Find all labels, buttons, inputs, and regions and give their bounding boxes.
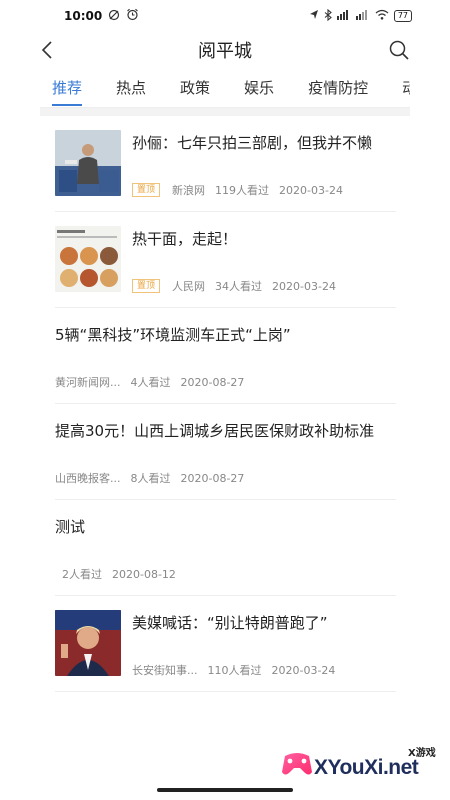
- location-icon: [309, 9, 319, 23]
- news-meta: 黄河新闻网... 4人看过 2020-08-27: [55, 374, 254, 390]
- view-count: 4人看过: [130, 376, 171, 389]
- publish-date: 2020-03-24: [271, 663, 336, 677]
- signal-icon-2: [355, 9, 370, 23]
- section-divider: [40, 108, 410, 116]
- news-source: 长安街知事...: [132, 664, 198, 677]
- publish-date: 2020-08-27: [180, 471, 245, 485]
- category-tabs: 推荐 热点 政策 娱乐 疫情防控 动态 惠: [40, 70, 410, 108]
- chevron-left-icon: [41, 41, 52, 59]
- nav-bar: 阅平城: [40, 32, 410, 68]
- pinned-badge: 置顶: [132, 279, 161, 293]
- view-count: 2人看过: [62, 568, 102, 581]
- status-bar: 10:00 77: [0, 0, 450, 32]
- news-meta: 长安街知事... 110人看过 2020-03-24: [132, 662, 345, 678]
- tab-entertainment[interactable]: 娱乐: [232, 70, 274, 107]
- news-title[interactable]: 热干面，走起！: [132, 228, 237, 249]
- news-title[interactable]: 孙俪：七年只拍三部剧，但我并不懒: [132, 132, 372, 153]
- publish-date: 2020-08-27: [180, 375, 245, 389]
- signal-icon: [336, 9, 351, 23]
- news-source: 人民网: [172, 280, 206, 293]
- search-button[interactable]: [380, 35, 410, 65]
- tab-recommend[interactable]: 推荐: [40, 70, 83, 107]
- view-count: 8人看过: [130, 472, 171, 485]
- pinned-badge: 置顶: [132, 183, 161, 197]
- battery-indicator: 77: [393, 10, 412, 22]
- sync-icon: [108, 9, 120, 24]
- news-item[interactable]: 孙俪：七年只拍三部剧，但我并不懒 置顶 新浪网 119人看过 2020-03-2…: [55, 116, 396, 212]
- home-indicator[interactable]: [157, 788, 293, 792]
- wifi-icon: [375, 9, 389, 23]
- bluetooth-icon: [324, 8, 332, 24]
- news-source: 山西晚报客...: [55, 472, 121, 485]
- publish-date: 2020-08-12: [112, 567, 176, 581]
- news-thumbnail: [55, 226, 121, 292]
- tab-hot[interactable]: 热点: [104, 70, 146, 107]
- page-title: 阅平城: [198, 41, 252, 62]
- news-item[interactable]: 热干面，走起！ 置顶 人民网 34人看过 2020-03-24: [55, 212, 396, 308]
- news-meta: 置顶 人民网 34人看过 2020-03-24: [132, 278, 346, 294]
- tab-news[interactable]: 动态: [390, 70, 410, 107]
- news-meta: 山西晚报客... 8人看过 2020-08-27: [55, 470, 254, 486]
- news-title[interactable]: 测试: [55, 516, 85, 537]
- view-count: 119人看过: [215, 184, 270, 197]
- gamepad-logo-icon: [282, 753, 312, 775]
- news-feed: 孙俪：七年只拍三部剧，但我并不懒 置顶 新浪网 119人看过 2020-03-2…: [55, 116, 396, 692]
- tab-epidemic[interactable]: 疫情防控: [296, 70, 368, 107]
- site-watermark: X游戏 XYouXi.net: [280, 742, 440, 792]
- news-item[interactable]: 5辆“黑科技”环境监测车正式“上岗” 黄河新闻网... 4人看过 2020-08…: [55, 308, 396, 404]
- view-count: 110人看过: [207, 664, 262, 677]
- alarm-icon: [126, 8, 139, 24]
- publish-date: 2020-03-24: [272, 279, 336, 293]
- news-item[interactable]: 测试 2人看过 2020-08-12: [55, 500, 396, 596]
- news-title[interactable]: 美媒喊话：“别让特朗普跑了”: [132, 612, 328, 633]
- search-icon: [389, 40, 409, 60]
- status-time: 10:00: [64, 9, 103, 23]
- watermark-text: XYouXi.net: [314, 756, 419, 779]
- tab-policy[interactable]: 政策: [168, 70, 210, 107]
- news-item[interactable]: 美媒喊话：“别让特朗普跑了” 长安街知事... 110人看过 2020-03-2…: [55, 596, 396, 692]
- news-meta: 置顶 新浪网 119人看过 2020-03-24: [132, 182, 353, 198]
- news-source: 黄河新闻网...: [55, 376, 121, 389]
- news-thumbnail: [55, 130, 121, 196]
- news-item[interactable]: 提高30元！山西上调城乡居民医保财政补助标准 山西晚报客... 8人看过 202…: [55, 404, 396, 500]
- news-source: 新浪网: [172, 184, 206, 197]
- news-title[interactable]: 5辆“黑科技”环境监测车正式“上岗”: [55, 324, 291, 345]
- news-thumbnail: [55, 610, 121, 676]
- view-count: 34人看过: [215, 280, 263, 293]
- publish-date: 2020-03-24: [279, 183, 343, 197]
- back-button[interactable]: [40, 35, 70, 65]
- news-title[interactable]: 提高30元！山西上调城乡居民医保财政补助标准: [55, 420, 374, 441]
- news-meta: 2人看过 2020-08-12: [62, 566, 186, 582]
